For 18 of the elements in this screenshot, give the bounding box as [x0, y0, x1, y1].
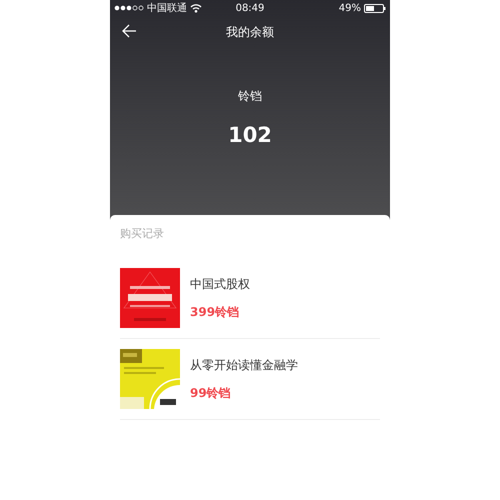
- carrier-name: 中国联通: [147, 2, 187, 15]
- battery-percent: 49%: [338, 2, 361, 14]
- page-title: 我的余额: [226, 24, 274, 40]
- purchase-item[interactable]: 从零开始读懂金融学 99铃铛: [120, 339, 380, 420]
- balance-label: 铃铛: [238, 88, 262, 105]
- book-title: 从零开始读懂金融学: [190, 356, 298, 374]
- purchase-item[interactable]: 中国式股权 399铃铛: [120, 258, 380, 339]
- book-title: 中国式股权: [190, 276, 250, 292]
- book-price: 399铃铛: [190, 304, 240, 320]
- back-button[interactable]: [120, 22, 139, 40]
- wifi-icon: [190, 3, 202, 13]
- status-time: 08:49: [236, 2, 264, 14]
- signal-icon: [114, 4, 144, 12]
- section-title: 购买记录: [120, 226, 165, 242]
- balance-amount: 102: [228, 123, 272, 147]
- battery-icon: [364, 4, 386, 12]
- back-arrow-icon: [122, 24, 137, 38]
- book-price: 99铃铛: [190, 384, 232, 402]
